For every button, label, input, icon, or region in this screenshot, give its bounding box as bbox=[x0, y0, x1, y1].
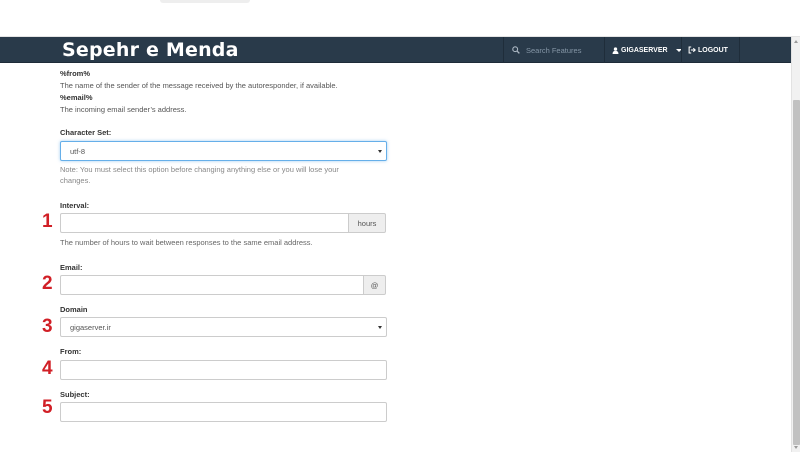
browser-tab-edge bbox=[160, 0, 250, 3]
logout-label: LOGOUT bbox=[698, 46, 728, 54]
email-input[interactable] bbox=[61, 276, 363, 294]
browser-chrome bbox=[0, 0, 800, 37]
subject-field bbox=[60, 402, 387, 422]
domain-label: Domain bbox=[60, 305, 88, 314]
step-marker-3: 3 bbox=[42, 316, 53, 337]
dropdown-caret-icon bbox=[378, 150, 382, 153]
interval-input[interactable] bbox=[61, 214, 348, 232]
step-marker-2: 2 bbox=[42, 273, 53, 294]
charset-select[interactable]: utf-8 bbox=[60, 141, 387, 161]
scroll-thumb[interactable] bbox=[793, 100, 800, 445]
email-field bbox=[60, 275, 364, 295]
step-marker-1: 1 bbox=[42, 211, 53, 232]
logout-button[interactable]: LOGOUT bbox=[688, 37, 728, 63]
feature-search bbox=[512, 43, 602, 57]
charset-value: utf-8 bbox=[70, 146, 86, 156]
brand-logo-text: Sepehr e Menda bbox=[62, 39, 239, 61]
nav-divider bbox=[681, 37, 682, 63]
user-menu[interactable]: GIGASERVER bbox=[612, 37, 682, 63]
step-marker-4: 4 bbox=[42, 358, 53, 379]
interval-label: Interval: bbox=[60, 201, 90, 210]
top-navbar: Sepehr e Menda GIGASERVER LOGOUT bbox=[0, 37, 791, 63]
subject-label: Subject: bbox=[60, 390, 90, 399]
scroll-down-icon[interactable] bbox=[794, 446, 798, 449]
user-name: GIGASERVER bbox=[621, 46, 668, 54]
charset-label: Character Set: bbox=[60, 128, 112, 137]
variable-description-from: The name of the sender of the message re… bbox=[60, 81, 338, 90]
variable-description-email: The incoming email sender’s address. bbox=[60, 105, 187, 114]
subject-input[interactable] bbox=[61, 403, 386, 421]
user-icon bbox=[612, 46, 619, 54]
search-icon bbox=[512, 46, 520, 54]
interval-unit-addon: hours bbox=[348, 213, 386, 233]
from-label: From: bbox=[60, 347, 82, 356]
at-sign-addon: @ bbox=[363, 275, 386, 295]
step-marker-5: 5 bbox=[42, 397, 53, 418]
scroll-up-icon[interactable] bbox=[794, 40, 798, 43]
dropdown-caret-icon bbox=[378, 326, 382, 329]
nav-divider bbox=[604, 37, 605, 63]
nav-divider bbox=[739, 37, 740, 63]
logout-icon bbox=[688, 46, 696, 54]
charset-note-line1: Note: You must select this option before… bbox=[60, 165, 339, 174]
interval-help: The number of hours to wait between resp… bbox=[60, 238, 313, 247]
page-scrollbar[interactable] bbox=[791, 37, 800, 452]
domain-select[interactable]: gigaserver.ir bbox=[60, 317, 387, 337]
variable-name-email: %email% bbox=[60, 93, 93, 102]
from-field bbox=[60, 360, 387, 380]
from-input[interactable] bbox=[61, 361, 386, 379]
interval-field bbox=[60, 213, 349, 233]
variable-name-from: %from% bbox=[60, 69, 91, 78]
domain-value: gigaserver.ir bbox=[70, 322, 111, 332]
search-features-input[interactable] bbox=[526, 45, 596, 55]
email-label: Email: bbox=[60, 263, 83, 272]
nav-divider bbox=[503, 37, 504, 63]
charset-note-line2: changes. bbox=[60, 176, 91, 185]
